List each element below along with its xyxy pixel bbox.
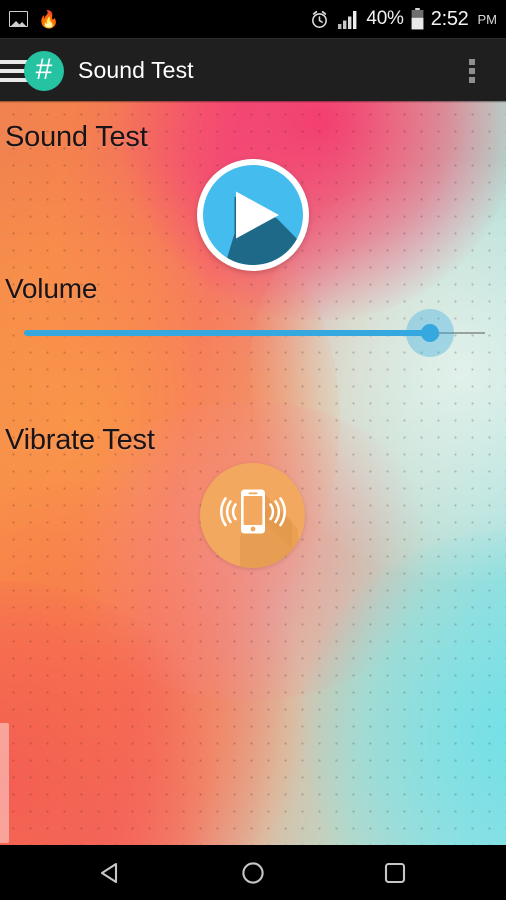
phone-screen: 🔥 40% 2:52 PM # Sound Test Sound Test Vo… xyxy=(0,0,506,900)
vibrating-phone-icon xyxy=(220,489,298,568)
app-logo-icon: # xyxy=(24,51,64,91)
signal-bars-icon xyxy=(338,10,357,29)
vibrate-test-heading: Vibrate Test xyxy=(5,424,155,456)
clock-label: 2:52 xyxy=(430,7,469,30)
app-title: Sound Test xyxy=(78,56,194,83)
alarm-clock-icon xyxy=(312,10,328,28)
play-triangle-icon xyxy=(225,191,301,265)
nav-recents-button[interactable] xyxy=(365,851,425,895)
nav-home-button[interactable] xyxy=(223,851,283,895)
app-logo-glyph: # xyxy=(35,53,53,86)
clock-ampm-label: PM xyxy=(477,11,498,27)
vibrate-test-button[interactable] xyxy=(200,463,305,568)
status-bar-left-icons: 🔥 xyxy=(9,11,59,28)
battery-icon xyxy=(411,8,424,30)
nav-back-button[interactable] xyxy=(81,851,141,895)
main-content: Sound Test Volume Vibrate Test xyxy=(0,101,506,845)
scroll-indicator[interactable] xyxy=(0,723,9,843)
volume-slider-fill xyxy=(24,330,430,336)
volume-slider[interactable] xyxy=(0,309,506,357)
app-bar: # Sound Test xyxy=(0,39,506,101)
android-navigation-bar xyxy=(0,845,506,900)
play-sound-button[interactable] xyxy=(197,159,309,271)
screenshot-icon xyxy=(9,11,28,27)
volume-slider-thumb[interactable] xyxy=(420,324,439,342)
recents-square-icon xyxy=(384,862,406,883)
sound-test-heading: Sound Test xyxy=(5,121,148,153)
overflow-menu-icon[interactable] xyxy=(460,57,484,85)
volume-label: Volume xyxy=(5,273,98,304)
home-circle-icon xyxy=(242,861,264,884)
status-bar-right-icons: 40% 2:52 PM xyxy=(309,8,497,31)
back-triangle-icon xyxy=(100,862,118,883)
play-button-disc xyxy=(203,165,303,265)
battery-percent-label: 40% xyxy=(366,8,404,29)
status-bar: 🔥 40% 2:52 PM xyxy=(0,0,506,38)
flame-icon: 🔥 xyxy=(38,9,60,29)
